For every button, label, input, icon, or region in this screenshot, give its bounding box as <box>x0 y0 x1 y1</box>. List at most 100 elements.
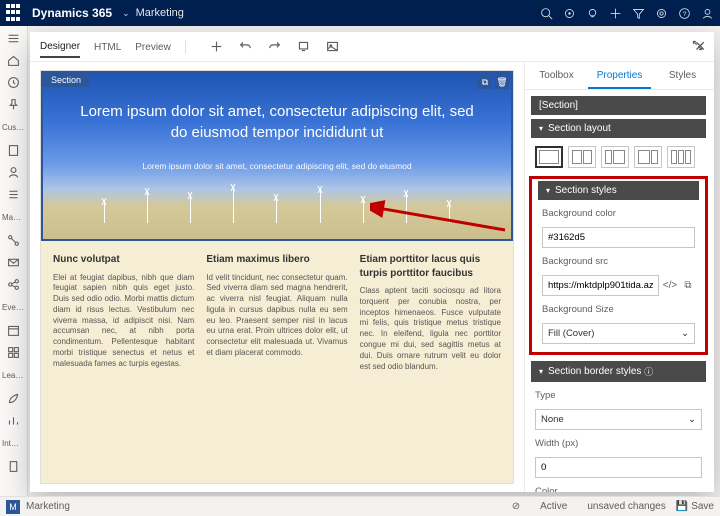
help-icon[interactable]: ? <box>678 7 691 20</box>
close-icon[interactable]: ✕ <box>694 38 706 55</box>
properties-scroll[interactable]: [Section] Section layout Section styles … <box>525 90 714 492</box>
border-type-label: Type <box>535 390 702 401</box>
doc-icon[interactable] <box>7 460 20 473</box>
tab-styles[interactable]: Styles <box>651 62 714 89</box>
info-icon[interactable]: ⓘ <box>644 365 653 378</box>
menu-icon[interactable] <box>7 32 20 45</box>
filter-icon[interactable] <box>632 7 645 20</box>
column-3: Etiam porttitor lacus quis turpis portti… <box>360 253 501 471</box>
section-tag: Section <box>43 73 89 87</box>
target-icon[interactable] <box>563 7 576 20</box>
border-width-input[interactable] <box>535 457 702 478</box>
waffle-icon[interactable] <box>6 4 24 22</box>
person-icon[interactable] <box>7 166 20 179</box>
module-badge[interactable]: M <box>6 500 20 514</box>
left-nav-rail: Cus… Ma… Eve… Lea… Int… <box>0 26 28 496</box>
save-icon[interactable]: 💾 <box>676 501 688 512</box>
rail-group-cus: Cus… <box>0 120 24 135</box>
col2-body: Id velit tincidunt, nec consectetur quam… <box>206 273 347 359</box>
bg-color-input[interactable] <box>542 227 695 248</box>
text-columns[interactable]: Nunc volutpat Elei at feugiat dapibus, n… <box>41 241 513 483</box>
bulb-icon[interactable] <box>586 7 599 20</box>
border-color-label: Color <box>535 486 702 492</box>
book-icon[interactable] <box>7 144 20 157</box>
svg-text:?: ? <box>683 10 687 17</box>
rail-group-ma: Ma… <box>0 210 21 225</box>
mail-icon[interactable] <box>7 256 20 269</box>
redo-icon[interactable] <box>268 40 281 53</box>
properties-panel: Toolbox Properties Styles [Section] Sect… <box>524 62 714 492</box>
tab-designer[interactable]: Designer <box>40 41 80 58</box>
image-icon[interactable] <box>326 40 339 53</box>
grid-icon[interactable] <box>7 346 20 359</box>
design-canvas-wrap: Section ⧉ 🗑 Lorem ipsum dolor sit amet, … <box>30 62 524 492</box>
bg-size-value: Fill (Cover) <box>548 328 594 339</box>
bg-color-label: Background color <box>542 208 695 219</box>
device-icon[interactable] <box>297 40 310 53</box>
selection-breadcrumb: [Section] <box>531 96 706 115</box>
chart-icon[interactable] <box>7 414 20 427</box>
copy-icon[interactable]: ⧉ <box>681 279 695 293</box>
delete-icon[interactable]: 🗑 <box>495 75 509 89</box>
column-2: Etiam maximus libero Id velit tincidunt,… <box>206 253 347 471</box>
group-section-layout[interactable]: Section layout <box>531 119 706 138</box>
tab-toolbox[interactable]: Toolbox <box>525 62 588 89</box>
designer-tabs: Designer HTML Preview <box>30 32 714 62</box>
unsaved-text: unsaved changes <box>587 501 665 512</box>
clock-icon[interactable] <box>7 76 20 89</box>
border-type-select[interactable]: None ⌄ <box>535 409 702 430</box>
gear-icon[interactable] <box>655 7 668 20</box>
search-icon[interactable] <box>540 7 553 20</box>
layout-options <box>535 146 702 168</box>
col1-body: Elei at feugiat dapibus, nibh que diam f… <box>53 273 194 370</box>
brand-label: Dynamics 365 <box>32 6 112 20</box>
avatar-icon[interactable] <box>701 7 714 20</box>
plus-icon[interactable] <box>609 7 622 20</box>
leaf-icon[interactable] <box>7 392 20 405</box>
tab-properties[interactable]: Properties <box>588 62 651 89</box>
tab-preview[interactable]: Preview <box>135 42 171 57</box>
hero-subtitle: Lorem ipsum dolor sit amet, consectetur … <box>77 161 477 171</box>
chevron-down-icon: ⌄ <box>681 328 689 339</box>
column-1: Nunc volutpat Elei at feugiat dapibus, n… <box>53 253 194 471</box>
border-width-label: Width (px) <box>535 438 702 449</box>
copy-icon[interactable]: ⧉ <box>478 75 492 89</box>
module-label: Marketing <box>136 7 184 19</box>
group-border-styles[interactable]: Section border styles ⓘ <box>531 361 706 382</box>
highlighted-section-styles: Section styles Background color Backgrou… <box>529 176 708 355</box>
border-type-value: None <box>541 414 564 425</box>
layout-2-1[interactable] <box>634 146 662 168</box>
list-icon[interactable] <box>7 188 20 201</box>
app-footer: M Marketing ⊘ Active unsaved changes 💾 S… <box>0 496 720 516</box>
group-section-styles[interactable]: Section styles <box>538 181 699 200</box>
code-icon[interactable]: </> <box>663 279 677 293</box>
footer-module: Marketing <box>26 501 70 512</box>
hero-section[interactable]: Section ⧉ 🗑 Lorem ipsum dolor sit amet, … <box>41 71 513 241</box>
share-icon[interactable] <box>7 278 20 291</box>
status-icon: ⊘ <box>512 501 520 512</box>
col2-heading: Etiam maximus libero <box>206 253 347 267</box>
hero-image-turbines <box>77 183 477 223</box>
add-icon[interactable] <box>210 40 223 53</box>
status-text: Active <box>540 501 567 512</box>
hero-title: Lorem ipsum dolor sit amet, consectetur … <box>77 101 477 143</box>
layout-1col[interactable] <box>535 146 563 168</box>
save-button[interactable]: Save <box>691 501 714 512</box>
chevron-down-icon[interactable]: ⌄ <box>122 8 130 19</box>
layout-3col[interactable] <box>667 146 695 168</box>
tab-html[interactable]: HTML <box>94 42 121 57</box>
design-canvas[interactable]: Section ⧉ 🗑 Lorem ipsum dolor sit amet, … <box>40 70 514 484</box>
designer-modal: ✕ Designer HTML Preview Section ⧉ 🗑 <box>30 32 714 492</box>
calendar-icon[interactable] <box>7 324 20 337</box>
bg-size-select[interactable]: Fill (Cover) ⌄ <box>542 323 695 344</box>
flow-icon[interactable] <box>7 234 20 247</box>
layout-1-2[interactable] <box>601 146 629 168</box>
bg-src-input[interactable] <box>542 275 659 296</box>
col3-heading: Etiam porttitor lacus quis turpis portti… <box>360 253 501 280</box>
home-icon[interactable] <box>7 54 20 67</box>
bg-size-label: Background Size <box>542 304 695 315</box>
undo-icon[interactable] <box>239 40 252 53</box>
pin-icon[interactable] <box>7 98 20 111</box>
layout-2col[interactable] <box>568 146 596 168</box>
col3-body: Class aptent taciti sociosqu ad litora t… <box>360 286 501 372</box>
